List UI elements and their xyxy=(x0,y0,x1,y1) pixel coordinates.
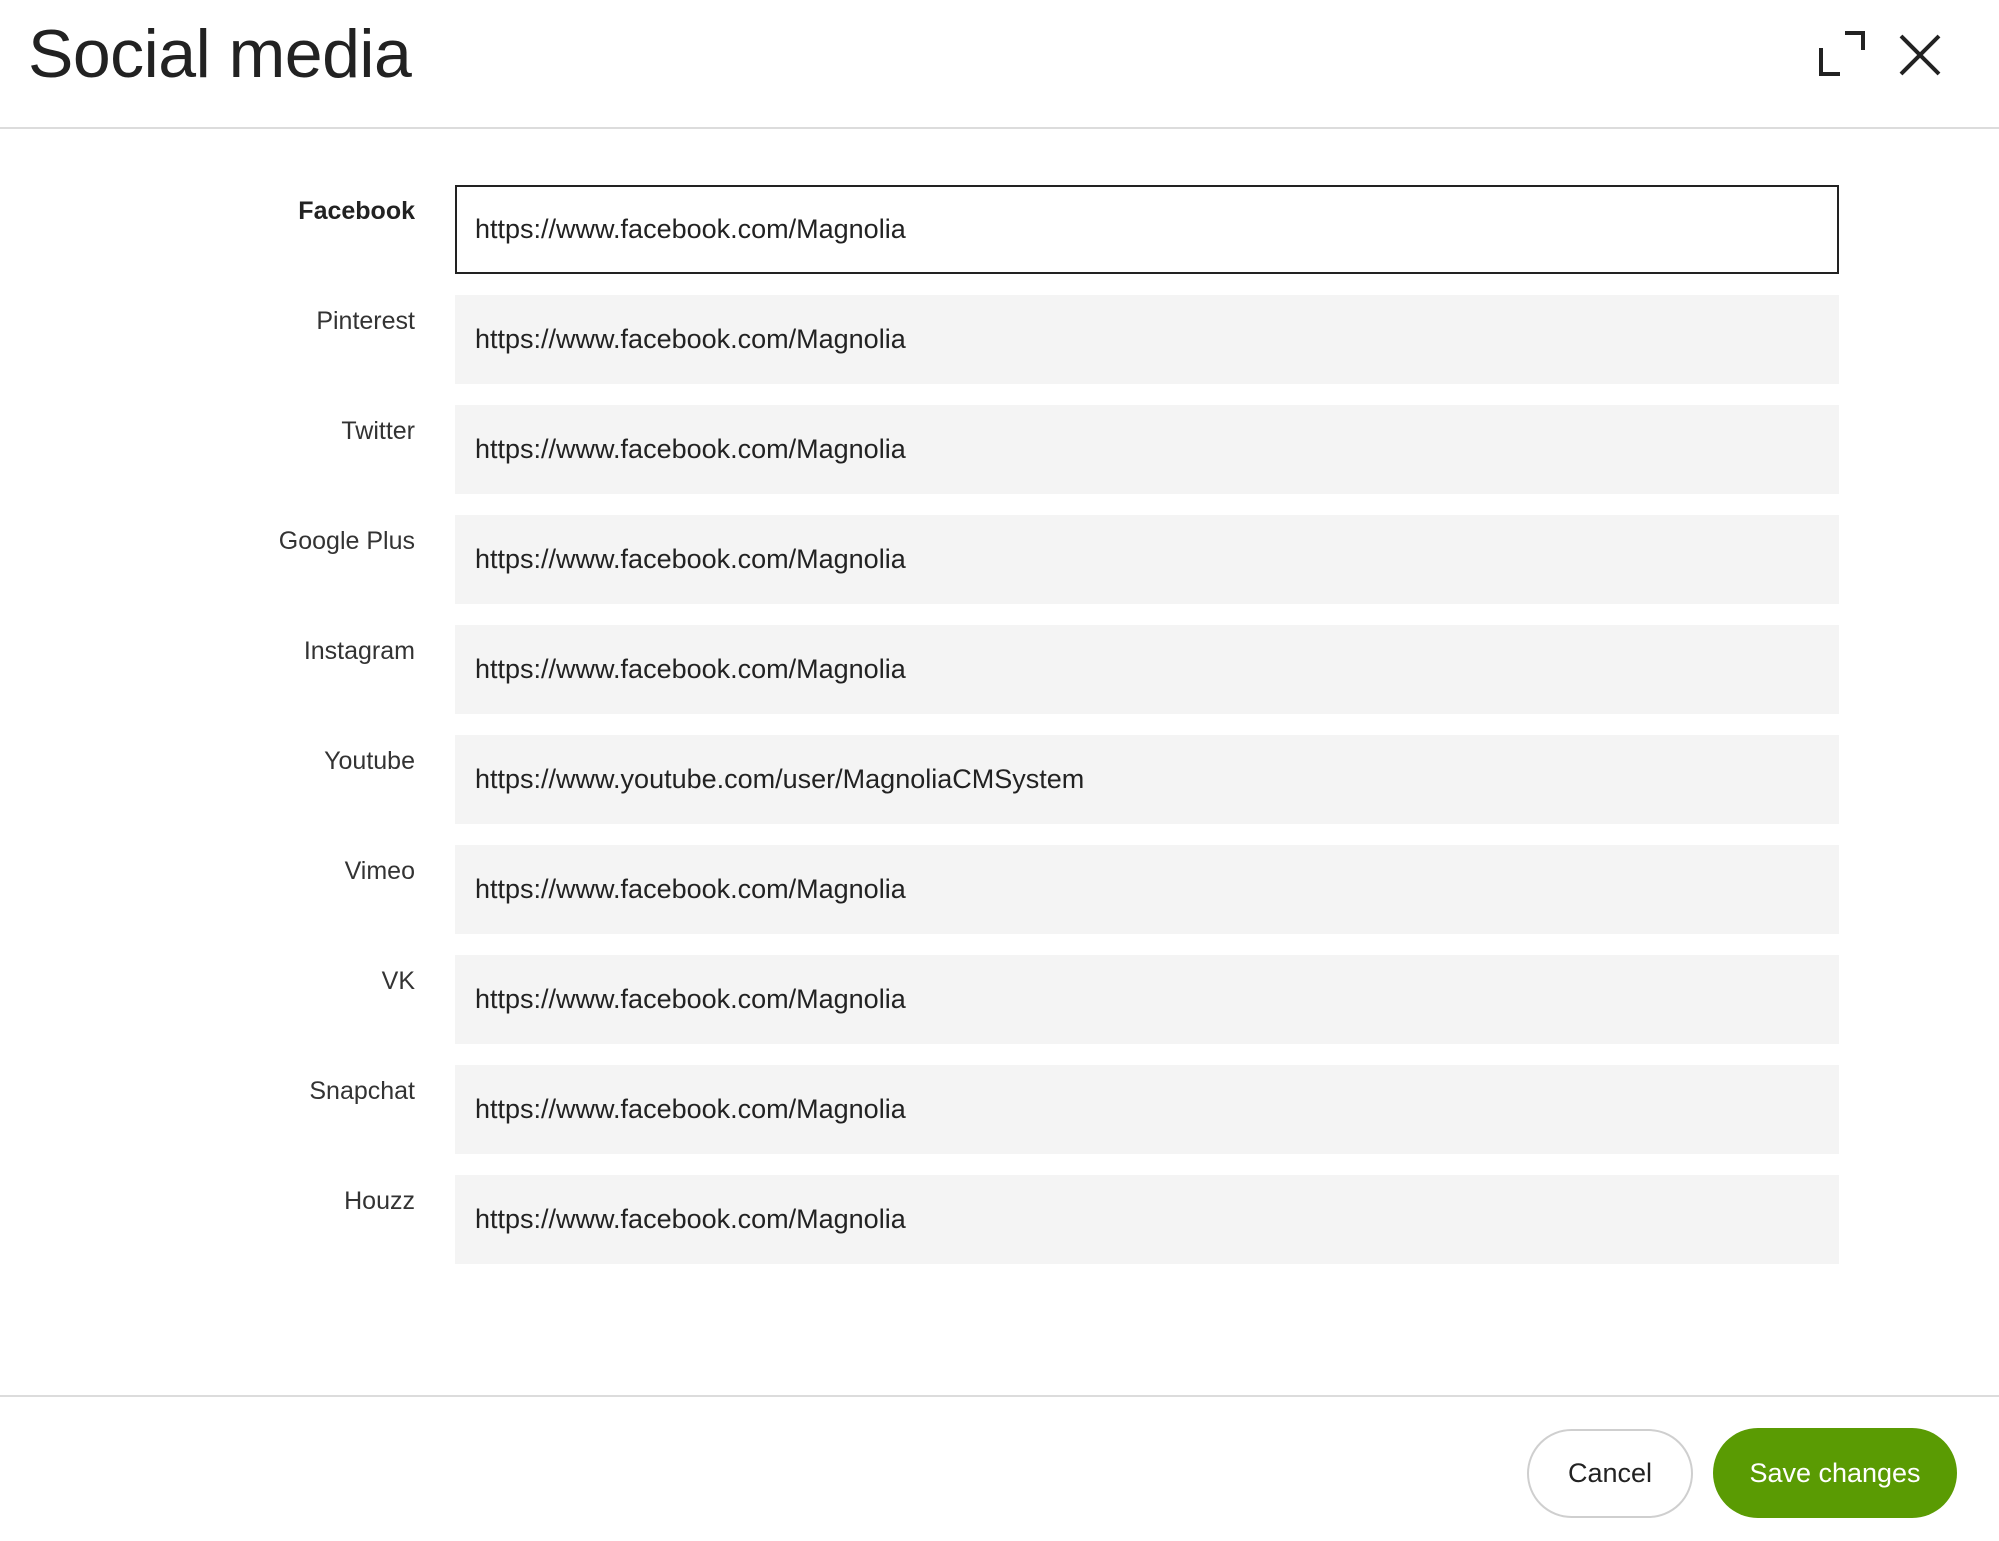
form-row-houzz: Houzz xyxy=(0,1175,1999,1264)
form-row-instagram: Instagram xyxy=(0,625,1999,714)
form-row-twitter: Twitter xyxy=(0,405,1999,494)
form-row-pinterest: Pinterest xyxy=(0,295,1999,384)
maximize-icon xyxy=(1819,31,1865,76)
snapchat-input[interactable] xyxy=(455,1065,1839,1154)
field-label-google-plus: Google Plus xyxy=(278,527,415,555)
houzz-input[interactable] xyxy=(455,1175,1839,1264)
field-label-houzz: Houzz xyxy=(344,1187,415,1215)
field-label-snapchat: Snapchat xyxy=(309,1077,415,1105)
cancel-button[interactable]: Cancel xyxy=(1527,1429,1693,1518)
field-label-pinterest: Pinterest xyxy=(316,307,415,335)
close-button[interactable] xyxy=(1892,27,1948,83)
google-plus-input[interactable] xyxy=(455,515,1839,604)
form-row-google-plus: Google Plus xyxy=(0,515,1999,604)
field-label-twitter: Twitter xyxy=(341,417,415,445)
pinterest-input[interactable] xyxy=(455,295,1839,384)
youtube-input[interactable] xyxy=(455,735,1839,824)
facebook-input[interactable] xyxy=(455,185,1839,274)
save-changes-button[interactable]: Save changes xyxy=(1713,1428,1957,1518)
form-row-vimeo: Vimeo xyxy=(0,845,1999,934)
form-row-snapchat: Snapchat xyxy=(0,1065,1999,1154)
maximize-button[interactable] xyxy=(1812,27,1868,83)
field-label-instagram: Instagram xyxy=(303,637,415,665)
dialog-header: Social media xyxy=(0,0,1999,129)
field-label-facebook: Facebook xyxy=(298,197,415,225)
dialog-footer: Cancel Save changes xyxy=(0,1395,1999,1541)
field-label-vk: VK xyxy=(381,967,415,995)
instagram-input[interactable] xyxy=(455,625,1839,714)
vimeo-input[interactable] xyxy=(455,845,1839,934)
form-row-facebook: Facebook xyxy=(0,185,1999,274)
field-label-vimeo: Vimeo xyxy=(344,857,415,885)
dialog-title: Social media xyxy=(28,16,412,92)
field-label-youtube: Youtube xyxy=(324,747,415,775)
form-row-youtube: Youtube xyxy=(0,735,1999,824)
close-icon xyxy=(1899,34,1941,76)
vk-input[interactable] xyxy=(455,955,1839,1044)
twitter-input[interactable] xyxy=(455,405,1839,494)
form-row-vk: VK xyxy=(0,955,1999,1044)
